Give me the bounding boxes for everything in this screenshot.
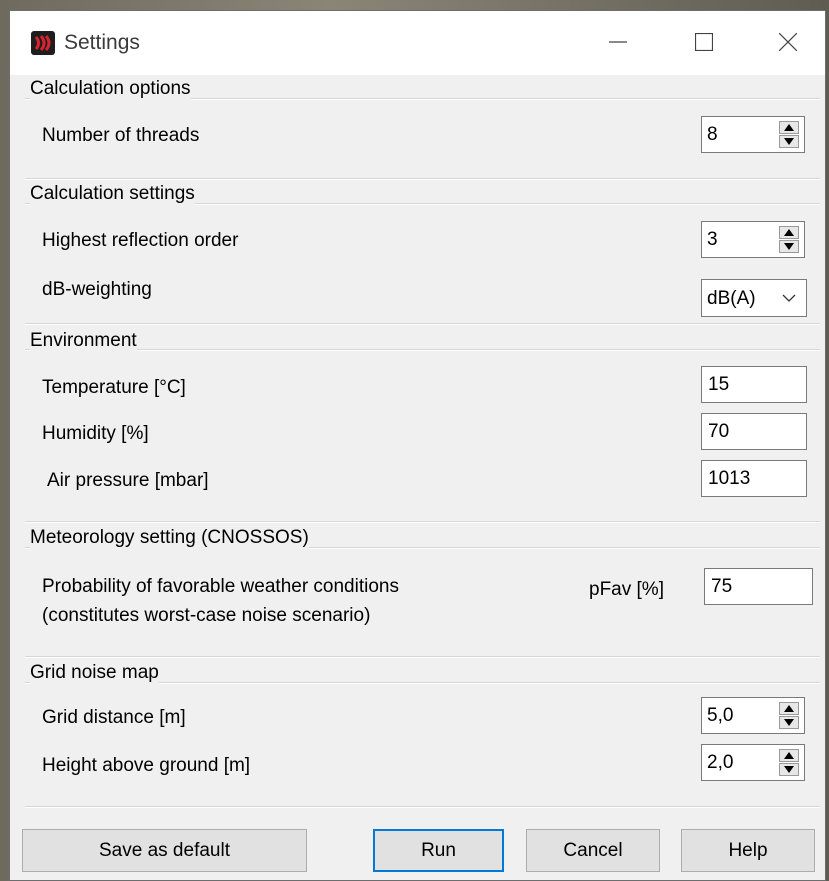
threads-label: Number of threads: [42, 125, 200, 146]
probability-label-line1: Probability of favorable weather conditi…: [42, 576, 399, 597]
close-button[interactable]: [745, 11, 829, 75]
height-above-ground-value: 2,0: [707, 752, 734, 773]
threads-decrement-button[interactable]: [779, 135, 799, 148]
pfav-input[interactable]: 75: [704, 568, 813, 605]
section-divider: [25, 521, 820, 523]
grid-distance-increment-button[interactable]: [779, 702, 799, 715]
grid-distance-label: Grid distance [m]: [42, 707, 186, 728]
chevron-down-icon: [782, 294, 796, 302]
height-decrement-button[interactable]: [779, 763, 799, 776]
section-title-environment: Environment: [30, 330, 137, 352]
humidity-label: Humidity [%]: [42, 423, 149, 444]
pfav-value: 75: [711, 576, 733, 597]
reflection-order-value: 3: [707, 229, 718, 250]
reflection-order-label: Highest reflection order: [42, 230, 239, 251]
arrow-up-icon: [784, 124, 794, 131]
minimize-icon: [609, 41, 627, 43]
close-icon: [779, 33, 797, 51]
humidity-input[interactable]: 70: [701, 413, 807, 450]
arrow-up-icon: [784, 752, 794, 759]
arrow-down-icon: [784, 138, 794, 145]
air-pressure-input[interactable]: 1013: [701, 460, 807, 497]
cancel-button[interactable]: Cancel: [526, 829, 660, 872]
threads-value: 8: [707, 124, 718, 145]
settings-dialog: Settings Calculation options Number of t…: [9, 10, 826, 881]
reflection-decrement-button[interactable]: [779, 240, 799, 253]
height-above-ground-spinbox[interactable]: 2,0: [701, 744, 805, 781]
temperature-value: 15: [708, 374, 730, 395]
section-divider: [25, 656, 820, 658]
help-button[interactable]: Help: [681, 829, 815, 872]
reflection-increment-button[interactable]: [779, 226, 799, 239]
section-divider: [25, 349, 820, 351]
humidity-value: 70: [708, 421, 730, 442]
section-title-calculation-settings: Calculation settings: [30, 183, 195, 205]
section-title-grid-noise-map: Grid noise map: [30, 662, 159, 684]
section-title-calculation-options: Calculation options: [30, 78, 191, 100]
run-button[interactable]: Run: [373, 829, 504, 872]
section-divider: [25, 323, 820, 325]
pfav-label: pFav [%]: [589, 579, 664, 600]
air-pressure-label: Air pressure [mbar]: [47, 470, 209, 491]
arrow-up-icon: [784, 705, 794, 712]
temperature-input[interactable]: 15: [701, 366, 807, 403]
section-divider: [25, 806, 820, 808]
title-bar[interactable]: Settings: [10, 11, 825, 75]
section-title-meteorology: Meteorology setting (CNOSSOS): [30, 527, 309, 549]
grid-distance-decrement-button[interactable]: [779, 716, 799, 729]
db-weighting-label: dB-weighting: [42, 279, 152, 300]
section-divider: [25, 178, 820, 180]
arrow-down-icon: [784, 719, 794, 726]
arrow-down-icon: [784, 766, 794, 773]
maximize-button[interactable]: [661, 11, 747, 75]
reflection-order-spinbox[interactable]: 3: [701, 221, 805, 258]
height-increment-button[interactable]: [779, 749, 799, 762]
probability-label-line2: (constitutes worst-case noise scenario): [42, 605, 371, 626]
temperature-label: Temperature [°C]: [42, 377, 186, 398]
threads-increment-button[interactable]: [779, 121, 799, 134]
arrow-up-icon: [784, 229, 794, 236]
grid-distance-value: 5,0: [707, 705, 734, 726]
threads-spinbox[interactable]: 8: [701, 116, 805, 153]
height-above-ground-label: Height above ground [m]: [42, 755, 251, 776]
app-icon: [31, 31, 55, 55]
minimize-button[interactable]: [575, 11, 661, 75]
db-weighting-select[interactable]: dB(A): [701, 279, 807, 317]
window-title: Settings: [64, 31, 140, 54]
air-pressure-value: 1013: [708, 468, 751, 489]
maximize-icon: [695, 33, 713, 51]
save-as-default-button[interactable]: Save as default: [22, 829, 307, 872]
db-weighting-value: dB(A): [707, 288, 756, 309]
arrow-down-icon: [784, 243, 794, 250]
grid-distance-spinbox[interactable]: 5,0: [701, 697, 805, 734]
